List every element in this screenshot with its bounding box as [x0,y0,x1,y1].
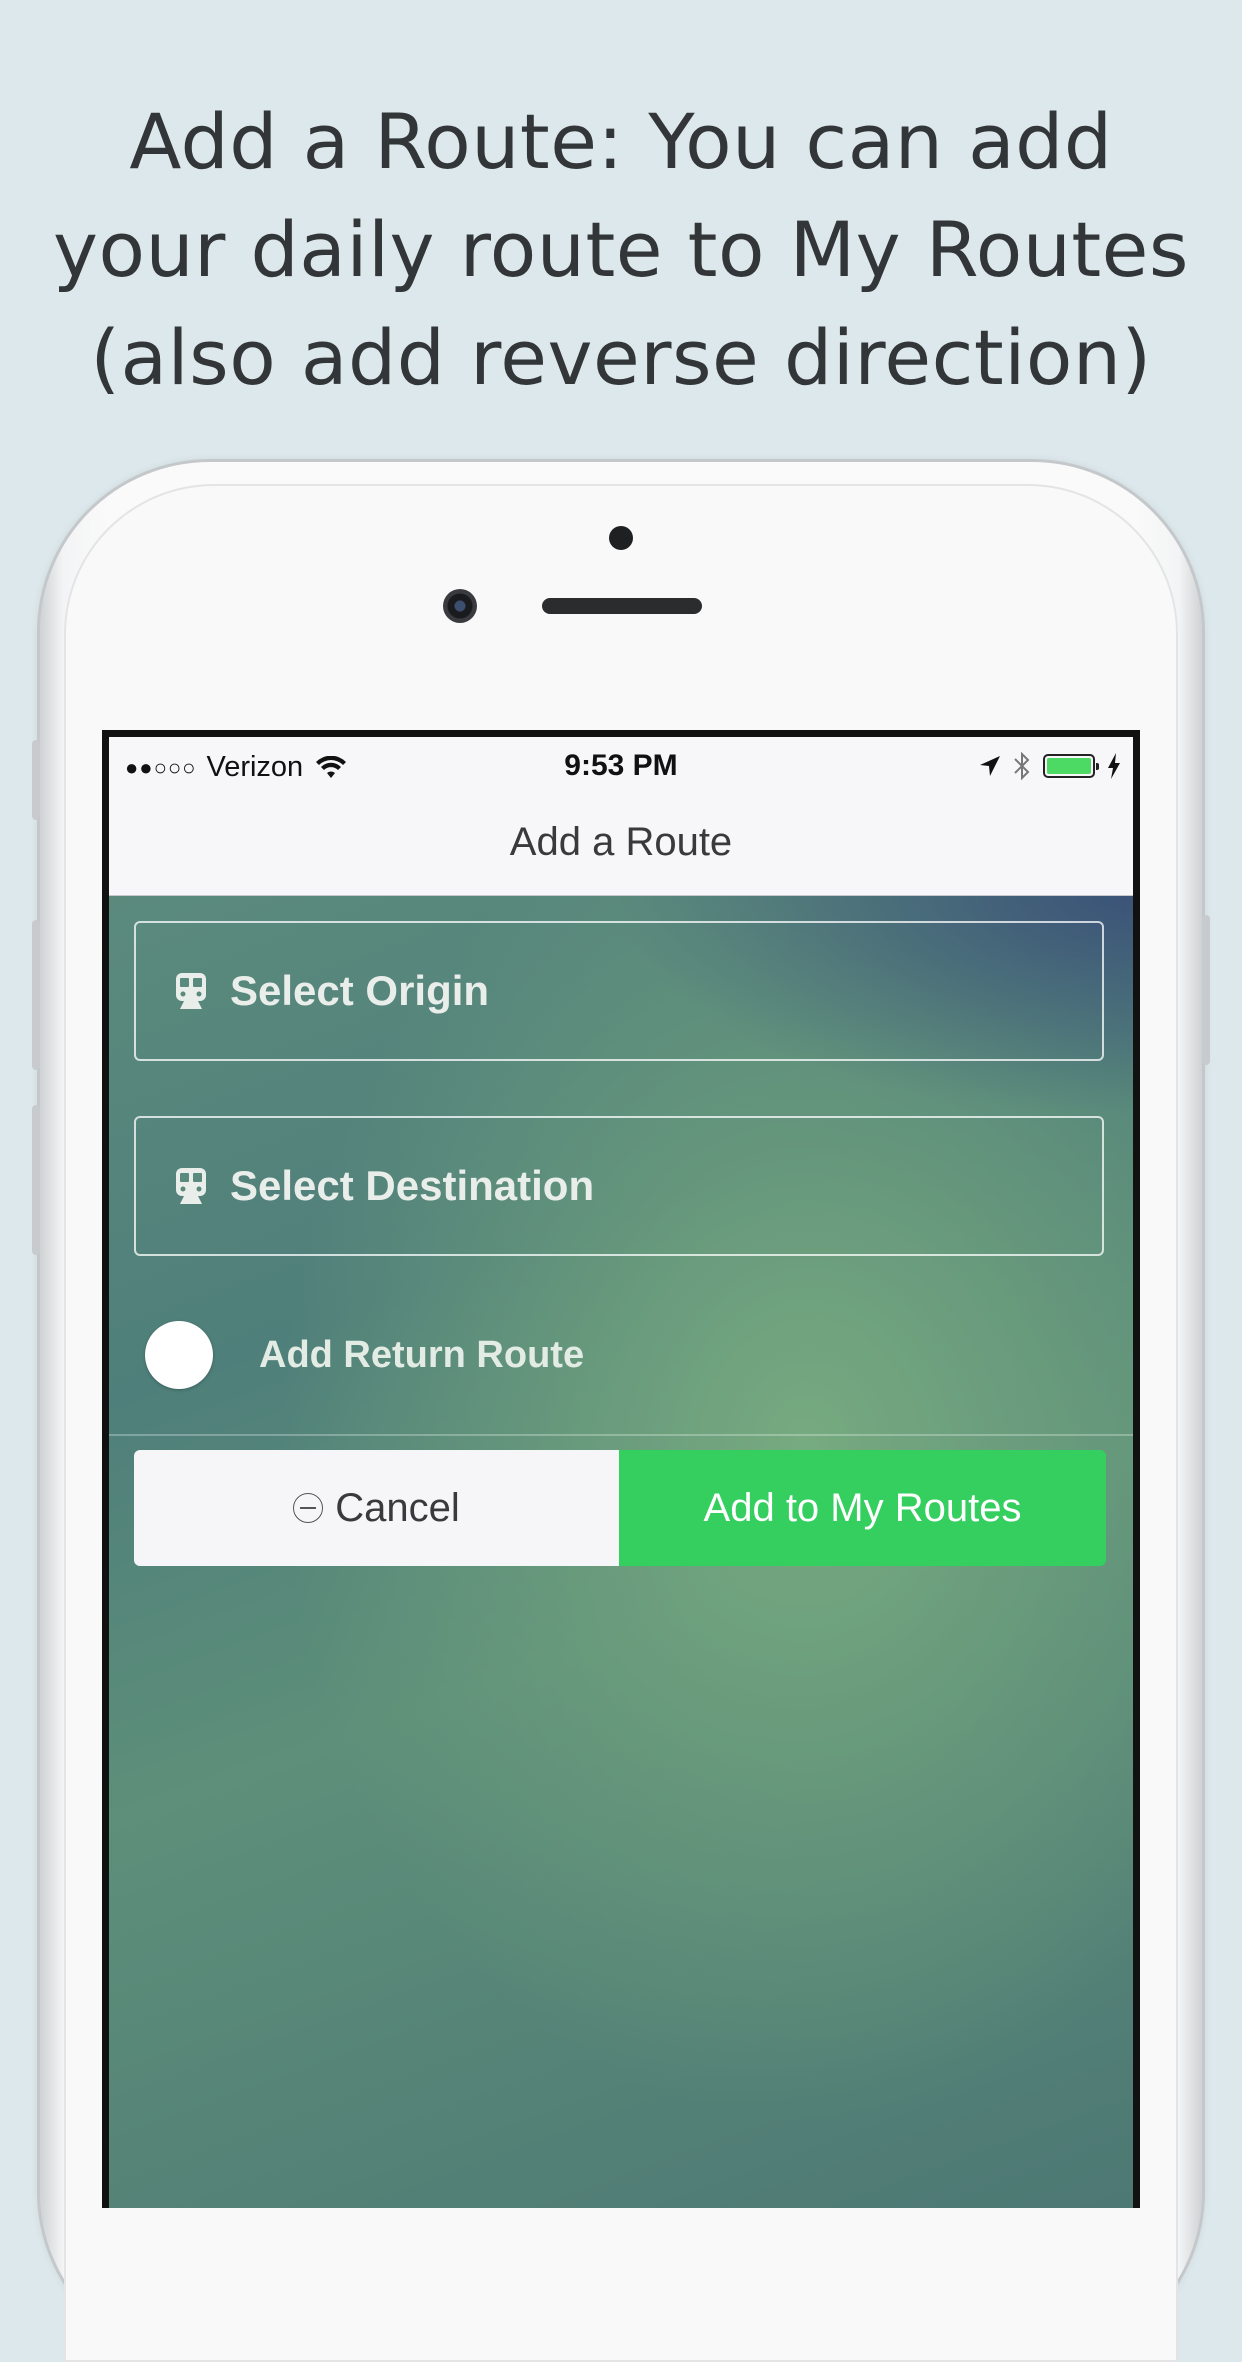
minus-circle-icon [293,1493,324,1523]
phone-power-button [1202,915,1210,1065]
action-buttons: Cancel Add to My Routes [134,1450,1106,1566]
origin-label: Select Origin [230,967,490,1014]
add-label: Add to My Routes [703,1485,1022,1530]
train-icon [176,1168,206,1204]
return-route-label: Add Return Route [259,1334,585,1376]
return-route-toggle[interactable] [145,1321,213,1389]
location-arrow-icon [980,756,1000,776]
nav-title: Add a Route [509,819,733,864]
app-screen: ●●○○○ Verizon 9:53 PM Add a Route Select… [109,737,1133,2208]
charging-bolt-icon [1108,753,1120,779]
proximity-sensor [609,526,633,550]
train-icon [176,973,206,1009]
front-camera [443,589,477,623]
battery-fill [1047,758,1091,774]
cancel-label: Cancel [335,1485,460,1530]
cancel-button[interactable]: Cancel [134,1450,619,1566]
phone-volume-down [32,1105,40,1255]
status-right [979,751,1121,781]
status-bar: ●●○○○ Verizon 9:53 PM [109,737,1133,795]
phone-mute-switch [32,740,40,820]
bluetooth-icon [1014,751,1030,781]
add-to-my-routes-button[interactable]: Add to My Routes [619,1450,1106,1566]
select-origin-field[interactable]: Select Origin [134,921,1104,1061]
marketing-caption: Add a Route: You can add your daily rout… [52,97,1190,402]
earpiece-speaker [542,598,702,614]
phone-screen: ●●○○○ Verizon 9:53 PM Add a Route Select… [102,730,1140,2208]
return-route-row: Add Return Route [109,1296,1133,1436]
select-destination-field[interactable]: Select Destination [134,1116,1104,1256]
route-form: Select Origin Select Destination Add Ret… [109,896,1133,2208]
destination-label: Select Destination [230,1162,595,1209]
phone-volume-up [32,920,40,1070]
navigation-bar: Add a Route [109,795,1133,896]
battery-icon [1043,754,1099,778]
